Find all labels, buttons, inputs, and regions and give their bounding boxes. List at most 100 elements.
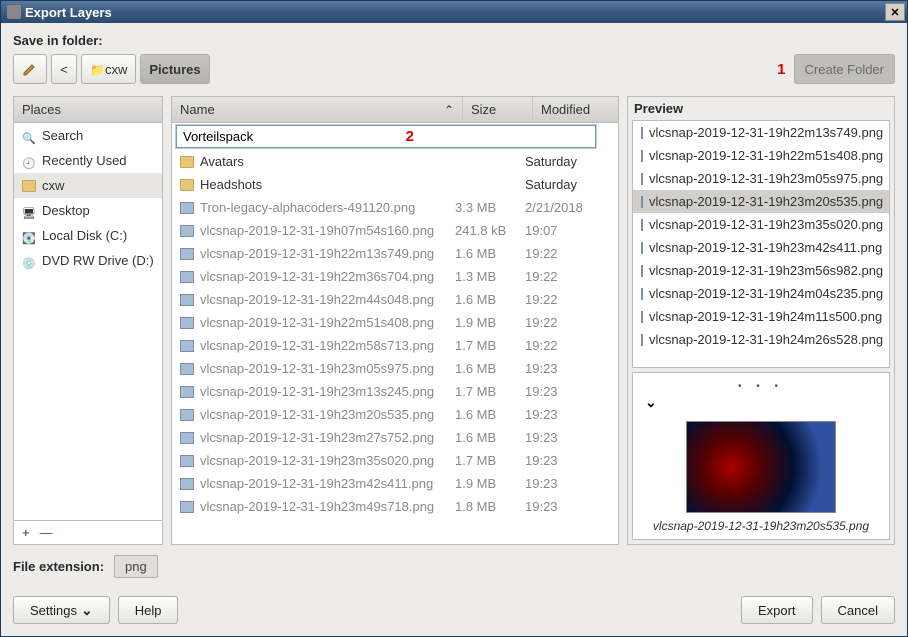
places-item[interactable]: cxw — [14, 173, 162, 198]
rename-input[interactable] — [176, 125, 596, 148]
image-file-icon — [641, 311, 643, 323]
annotation-1: 1 — [777, 61, 785, 78]
col-size[interactable]: Size — [463, 97, 533, 122]
folder-icon — [180, 179, 194, 191]
preview-item[interactable]: vlcsnap-2019-12-31-19h24m04s235.png — [633, 282, 889, 305]
file-row[interactable]: vlcsnap-2019-12-31-19h22m13s749.png1.6 M… — [172, 242, 618, 265]
preview-item[interactable]: vlcsnap-2019-12-31-19h24m26s528.png — [633, 328, 889, 351]
file-modified: 19:22 — [525, 246, 610, 261]
file-size: 1.6 MB — [455, 361, 525, 376]
settings-button[interactable]: Settings — [13, 596, 110, 624]
files-panel: Name Size Modified 2 AvatarsSaturdayHead… — [171, 96, 619, 545]
preview-item[interactable]: vlcsnap-2019-12-31-19h22m51s408.png — [633, 144, 889, 167]
file-row[interactable]: HeadshotsSaturday — [172, 173, 618, 196]
file-name: vlcsnap-2019-12-31-19h23m13s245.png — [200, 384, 434, 399]
image-file-icon — [180, 294, 194, 306]
file-size: 1.7 MB — [455, 338, 525, 353]
file-row[interactable]: vlcsnap-2019-12-31-19h23m20s535.png1.6 M… — [172, 403, 618, 426]
col-name-label: Name — [180, 102, 215, 117]
image-file-icon — [180, 432, 194, 444]
recent-icon — [22, 155, 36, 167]
file-row[interactable]: vlcsnap-2019-12-31-19h23m05s975.png1.6 M… — [172, 357, 618, 380]
preview-item[interactable]: vlcsnap-2019-12-31-19h23m56s982.png — [633, 259, 889, 282]
preview-item[interactable]: vlcsnap-2019-12-31-19h23m20s535.png — [633, 190, 889, 213]
places-item-label: DVD RW Drive (D:) — [42, 253, 154, 268]
close-button[interactable]: ✕ — [885, 3, 905, 21]
preview-collapse-toggle[interactable] — [641, 392, 881, 417]
file-modified: 2/21/2018 — [525, 200, 610, 215]
file-extension-value[interactable]: png — [114, 555, 158, 578]
preview-item[interactable]: vlcsnap-2019-12-31-19h22m13s749.png — [633, 121, 889, 144]
file-name: vlcsnap-2019-12-31-19h23m42s411.png — [200, 476, 433, 491]
places-list: Search Recently Used cxw Desktop Local Disk … — [14, 123, 162, 520]
dvd-icon — [22, 255, 36, 267]
file-modified: 19:22 — [525, 338, 610, 353]
col-name[interactable]: Name — [172, 97, 463, 122]
preview-item[interactable]: vlcsnap-2019-12-31-19h23m42s411.png — [633, 236, 889, 259]
preview-item[interactable]: vlcsnap-2019-12-31-19h24m11s500.png — [633, 305, 889, 328]
file-extension-row: File extension: png — [13, 555, 895, 578]
file-row[interactable]: vlcsnap-2019-12-31-19h23m35s020.png1.7 M… — [172, 449, 618, 472]
preview-list: vlcsnap-2019-12-31-19h22m13s749.pngvlcsn… — [632, 120, 890, 368]
file-modified: 19:23 — [525, 430, 610, 445]
preview-thumbnail — [686, 421, 836, 513]
file-row[interactable]: vlcsnap-2019-12-31-19h23m42s411.png 1.9 M… — [172, 472, 618, 495]
image-file-icon — [180, 340, 194, 352]
file-modified: 19:23 — [525, 453, 610, 468]
file-row[interactable]: Tron-legacy-alphacoders-491120.png3.3 MB… — [172, 196, 618, 219]
export-button[interactable]: Export — [741, 596, 813, 624]
file-row[interactable]: vlcsnap-2019-12-31-19h07m54s160.png241.8… — [172, 219, 618, 242]
image-file-icon — [641, 334, 643, 346]
file-name: Headshots — [200, 177, 262, 192]
file-row[interactable]: vlcsnap-2019-12-31-19h23m27s752.png 1.6 M… — [172, 426, 618, 449]
image-file-icon — [180, 501, 194, 513]
file-row[interactable]: AvatarsSaturday — [172, 150, 618, 173]
file-name: vlcsnap-2019-12-31-19h22m44s048.png — [200, 292, 434, 307]
file-name: vlcsnap-2019-12-31-19h22m51s408.png — [200, 315, 434, 330]
path-back-button[interactable]: < — [51, 54, 77, 84]
image-file-icon — [180, 409, 194, 421]
preview-panel: Preview vlcsnap-2019-12-31-19h22m13s749.… — [627, 96, 895, 545]
file-size: 1.6 MB — [455, 430, 525, 445]
help-button[interactable]: Help — [118, 596, 179, 624]
file-modified: 19:07 — [525, 223, 610, 238]
preview-dots: • • • — [641, 381, 881, 392]
create-folder-button[interactable]: Create Folder — [794, 54, 895, 84]
file-modified: 19:23 — [525, 384, 610, 399]
file-name: vlcsnap-2019-12-31-19h23m49s718.png — [200, 499, 434, 514]
file-modified: 19:22 — [525, 292, 610, 307]
window-title: Export Layers — [25, 5, 112, 20]
file-row[interactable]: vlcsnap-2019-12-31-19h22m36s704.png1.3 M… — [172, 265, 618, 288]
places-item[interactable]: Search — [14, 123, 162, 148]
places-header: Places — [14, 97, 162, 123]
file-row[interactable]: vlcsnap-2019-12-31-19h22m44s048.png1.6 M… — [172, 288, 618, 311]
places-item-label: Recently Used — [42, 153, 127, 168]
col-modified[interactable]: Modified — [533, 97, 618, 122]
places-item-label: Desktop — [42, 203, 90, 218]
pencil-icon — [22, 61, 38, 77]
chevron-down-icon — [645, 395, 657, 410]
preview-item[interactable]: vlcsnap-2019-12-31-19h23m35s020.png — [633, 213, 889, 236]
file-row[interactable]: vlcsnap-2019-12-31-19h23m13s245.png1.7 M… — [172, 380, 618, 403]
places-item[interactable]: Local Disk (C:) — [14, 223, 162, 248]
places-item[interactable]: Recently Used — [14, 148, 162, 173]
places-item[interactable]: DVD RW Drive (D:) — [14, 248, 162, 273]
cancel-button[interactable]: Cancel — [821, 596, 895, 624]
image-file-icon — [641, 127, 643, 139]
file-row[interactable]: vlcsnap-2019-12-31-19h22m51s408.png1.9 M… — [172, 311, 618, 334]
preview-item-label: vlcsnap-2019-12-31-19h23m42s411.png — [649, 240, 882, 255]
places-add-button[interactable]: + — [22, 525, 30, 540]
places-remove-button[interactable]: — — [40, 525, 53, 540]
places-panel: Places Search Recently Used cxw Desktop Loca… — [13, 96, 163, 545]
file-name: vlcsnap-2019-12-31-19h23m27s752.png — [200, 430, 434, 445]
file-row[interactable]: vlcsnap-2019-12-31-19h23m49s718.png1.8 M… — [172, 495, 618, 518]
edit-path-button[interactable] — [13, 54, 47, 84]
file-size: 1.9 MB — [455, 476, 525, 491]
path-current-folder[interactable]: Pictures — [140, 54, 209, 84]
file-size: 3.3 MB — [455, 200, 525, 215]
path-folder-cxw[interactable]: cxw — [81, 54, 136, 84]
places-item[interactable]: Desktop — [14, 198, 162, 223]
file-row[interactable]: vlcsnap-2019-12-31-19h22m58s713.png1.7 M… — [172, 334, 618, 357]
preview-item[interactable]: vlcsnap-2019-12-31-19h23m05s975.png — [633, 167, 889, 190]
file-name: vlcsnap-2019-12-31-19h23m35s020.png — [200, 453, 434, 468]
